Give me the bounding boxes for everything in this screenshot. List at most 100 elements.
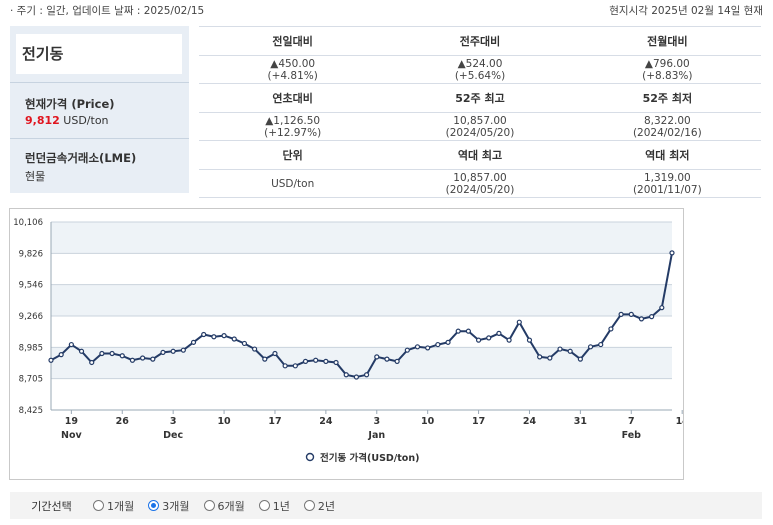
stats-head-row: 연초대비 52주 최고 52주 최저: [199, 84, 761, 113]
chart-band: [51, 222, 672, 254]
x-tick-label: 3: [373, 416, 380, 427]
radio-icon[interactable]: [93, 500, 104, 511]
data-point: [190, 339, 197, 345]
y-tick-label: 9,546: [19, 281, 43, 291]
x-tick-label: 26: [116, 416, 130, 427]
stat-value: ▲1,126.50 (+12.97%): [264, 114, 322, 139]
y-tick-label: 10,106: [13, 218, 43, 228]
period-option-6m[interactable]: 6개월: [203, 498, 245, 514]
legend-marker-icon: [305, 452, 315, 462]
chart-band: [51, 284, 672, 316]
y-tick-label: 8,705: [19, 375, 43, 385]
y-tick-label: 8,425: [19, 406, 43, 416]
data-point: [150, 356, 156, 362]
data-point: [292, 363, 298, 369]
period-option-2y[interactable]: 2년: [303, 498, 335, 514]
data-point: [425, 345, 431, 351]
data-point: [353, 374, 360, 380]
stats-head-row: 단위 역대 최고 역대 최저: [199, 141, 761, 170]
stat-head: 전일대비: [272, 35, 313, 48]
radio-icon[interactable]: [203, 500, 215, 511]
data-point: [68, 341, 74, 348]
data-point: [221, 333, 227, 339]
data-point: [384, 356, 390, 362]
period-selector: 기간선택 1개월 3개월 6개월 1년 2년: [10, 492, 762, 519]
data-point: [638, 316, 645, 322]
stats-value-row: USD/ton 10,857.00 (2024/05/20) 1,319.00 (2…: [199, 170, 761, 198]
data-point: [475, 337, 482, 343]
data-point: [313, 357, 319, 363]
data-point: [577, 356, 583, 362]
stat-head: 52주 최저: [642, 92, 693, 105]
commodity-name: 전기동: [16, 34, 182, 74]
x-tick-label: 19: [65, 416, 78, 427]
stat-head: 역대 최고: [457, 149, 503, 162]
stat-value: 10,857.00 (2024/05/20): [445, 171, 515, 196]
stat-value: 10,857.00 (2024/05/20): [445, 114, 515, 139]
data-point: [608, 326, 614, 332]
x-tick-label: 24: [319, 416, 333, 427]
data-point: [526, 337, 533, 343]
price-unit: USD/ton: [59, 114, 109, 127]
stat-head: 전월대비: [647, 35, 688, 48]
data-point: [445, 339, 451, 345]
x-tick-label: 7: [628, 416, 635, 427]
x-tick-label: 14: [676, 416, 683, 427]
radio-icon[interactable]: [258, 500, 270, 511]
update-info: · 주기 : 일간, 업데이트 날짜 : 2025/02/15: [10, 5, 205, 17]
data-point: [618, 311, 624, 317]
data-point: [496, 330, 502, 336]
divider: [10, 82, 189, 83]
period-option-1y[interactable]: 1년: [258, 498, 290, 514]
chart-band: [51, 347, 672, 379]
price-chart: 10,106 9,826 9,546 9,266 8,985 8,705 8,425 19 No…: [9, 208, 689, 480]
data-point: [374, 354, 380, 360]
data-point: [241, 340, 248, 347]
stats-head-row: 전일대비 전주대비 전월대비: [199, 26, 761, 56]
data-point: [252, 346, 258, 352]
data-point: [180, 347, 186, 353]
local-time: 현지시각 2025년 02월 14일 현재: [609, 5, 763, 17]
data-point: [119, 353, 125, 359]
data-point: [282, 363, 288, 369]
data-point: [404, 347, 410, 353]
price-value: 9,812 USD/ton: [25, 114, 109, 127]
exchange-type: 현물: [25, 170, 46, 183]
x-tick-label: 17: [472, 416, 485, 427]
stat-value: USD/ton: [271, 177, 315, 190]
period-option-3m[interactable]: 3개월: [148, 498, 190, 514]
data-point: [211, 334, 217, 340]
x-month-label: Dec: [163, 430, 183, 441]
radio-icon[interactable]: [148, 500, 160, 511]
data-point: [537, 354, 543, 360]
price-label: 현재가격 (Price): [25, 97, 115, 111]
radio-icon[interactable]: [303, 500, 315, 511]
stat-head: 단위: [282, 149, 303, 162]
price-number: 9,812: [25, 114, 60, 127]
data-point: [89, 359, 95, 366]
exchange-label: 런던금속거래소(LME): [25, 151, 137, 165]
period-option-1m[interactable]: 1개월: [93, 498, 134, 514]
data-point: [140, 355, 146, 361]
data-point: [109, 350, 115, 357]
data-point: [557, 346, 563, 352]
data-point: [343, 372, 349, 378]
x-month-label: Jan: [367, 430, 385, 441]
stat-value: ▲524.00 (+5.64%): [454, 57, 506, 82]
y-tick-label: 9,826: [19, 249, 43, 259]
stat-value: ▲796.00 (+8.83%): [642, 57, 693, 82]
data-point: [628, 311, 634, 317]
stat-head: 52주 최고: [455, 92, 505, 105]
x-tick-label: 24: [523, 416, 537, 427]
legend-label: 전기동 가격(USD/ton): [320, 452, 419, 464]
data-point: [455, 328, 461, 334]
y-tick-label: 9,266: [19, 312, 43, 322]
stats-grid: 전일대비 전주대비 전월대비 ▲450.00 (+4.81%) ▲524.00 (+…: [199, 26, 761, 198]
data-point: [272, 350, 278, 357]
stats-value-row: ▲1,126.50 (+12.97%) 10,857.00 (2024/05/20)…: [199, 113, 761, 141]
stat-head: 전주대비: [459, 35, 501, 48]
period-title: 기간선택: [31, 499, 72, 513]
x-tick-label: 17: [268, 416, 281, 427]
x-tick-label: 31: [574, 416, 587, 427]
data-point: [58, 352, 64, 358]
